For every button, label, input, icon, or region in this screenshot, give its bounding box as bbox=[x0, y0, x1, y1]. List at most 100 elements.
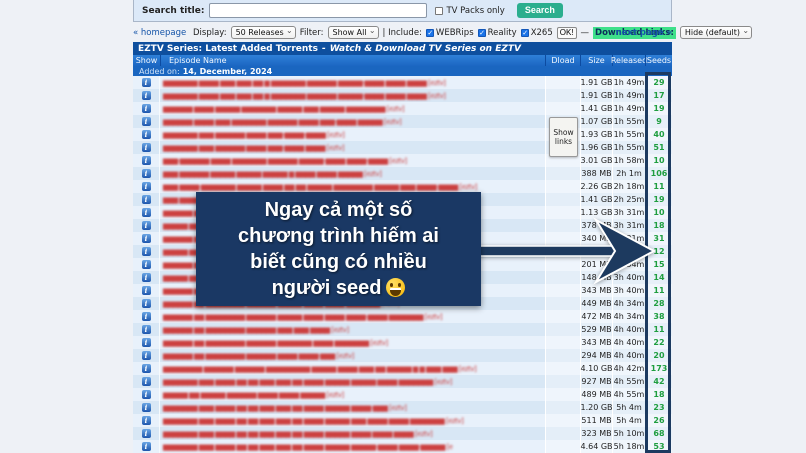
size-cell: 2.26 GB bbox=[580, 180, 613, 193]
info-icon[interactable]: i bbox=[141, 442, 151, 451]
size-cell: 201 MB bbox=[580, 258, 612, 271]
col-show[interactable]: Show bbox=[133, 55, 160, 66]
info-icon[interactable]: i bbox=[141, 130, 151, 139]
info-icon[interactable]: i bbox=[141, 234, 151, 243]
dload-cell bbox=[545, 401, 580, 414]
col-dload[interactable]: Dload bbox=[545, 55, 580, 66]
episode-name-cell[interactable]: ▆▆▆▆▆▆▆ ▆▆▆ ▆▆▆▆ ▆▆ ▆▆ ▆▆▆ ▆▆▆ ▆▆ ▆▆▆▆ ▆… bbox=[160, 401, 545, 414]
torrent-title-redacted[interactable]: ▆▆▆▆▆▆▆ ▆▆▆ ▆▆▆▆▆▆ ▆▆▆▆ ▆▆▆-▆▆▆▆-▆▆▆▆ [e… bbox=[163, 131, 345, 139]
torrent-title-redacted[interactable]: ▆▆▆▆▆▆▆ ▆▆▆ ▆▆▆▆ ▆▆ ▆▆ ▆▆▆ ▆▆▆ ▆▆ ▆▆▆▆ ▆… bbox=[163, 417, 464, 425]
info-icon[interactable]: i bbox=[141, 247, 151, 256]
page-title-main: EZTV Series: Latest Added Torrents bbox=[138, 43, 318, 54]
col-seeds[interactable]: Seeds bbox=[645, 55, 672, 66]
info-icon[interactable]: i bbox=[141, 286, 151, 295]
torrent-title-redacted[interactable]: ▆▆▆▆▆▆ ▆▆ ▆▆▆▆▆▆▆▆ ▆▆▆▆▆▆ ▆▆▆ ▆▆▆ ▆▆▆▆ [… bbox=[163, 326, 349, 334]
x265-checkbox[interactable] bbox=[520, 28, 529, 37]
ok-button[interactable]: OK! bbox=[556, 26, 577, 39]
info-icon[interactable]: i bbox=[141, 143, 151, 152]
info-icon[interactable]: i bbox=[141, 91, 151, 100]
download-links-select[interactable]: Hide (default) bbox=[679, 26, 753, 39]
episode-name-cell[interactable]: ▆▆▆▆▆▆▆ ▆▆▆ ▆▆▆▆ ▆▆ ▆▆ ▆▆▆ ▆▆▆ ▆▆ ▆▆▆▆ ▆… bbox=[160, 375, 545, 388]
info-icon[interactable]: i bbox=[141, 364, 151, 373]
episode-name-cell[interactable]: ▆▆▆▆▆▆ ▆▆▆▆ ▆▆▆ ▆▆▆▆▆▆▆ ▆▆▆▆▆▆ ▆▆▆▆ ▆▆▆-… bbox=[160, 115, 545, 128]
episode-name-cell[interactable]: ▆▆▆▆▆▆▆ ▆▆▆ ▆▆▆▆ ▆▆ ▆▆ ▆▆▆ ▆▆▆ ▆▆ ▆▆▆▆ ▆… bbox=[160, 440, 545, 453]
dload-cell bbox=[545, 206, 580, 219]
size-cell: 1.07 GB bbox=[580, 115, 613, 128]
col-episode-name[interactable]: Episode Name bbox=[160, 55, 545, 66]
torrent-title-redacted[interactable]: ▆▆▆▆▆▆▆ ▆▆▆ ▆▆▆▆▆▆ ▆▆▆▆ ▆▆▆-▆▆▆▆ ▆▆▆▆ [e… bbox=[163, 144, 345, 152]
torrent-title-redacted[interactable]: ▆▆▆▆▆▆ ▆▆ ▆▆▆▆▆▆▆▆ ▆▆▆▆▆▆ ▆▆▆▆▆▆▆ ▆▆▆▆ ▆… bbox=[163, 339, 388, 347]
info-icon[interactable]: i bbox=[141, 351, 151, 360]
info-icon[interactable]: i bbox=[141, 78, 151, 87]
torrent-title-redacted[interactable]: ▆▆▆▆▆▆▆ ▆▆▆▆ ▆▆▆ ▆▆▆ ▆▆ ▆ ▆▆▆▆▆▆▆ ▆▆▆▆▆▆… bbox=[163, 79, 446, 87]
homepage-link[interactable]: « homepage bbox=[133, 28, 186, 38]
info-icon[interactable]: i bbox=[141, 325, 151, 334]
info-icon[interactable]: i bbox=[141, 169, 151, 178]
info-icon[interactable]: i bbox=[141, 429, 151, 438]
next-page-link[interactable]: next page » bbox=[616, 28, 672, 38]
torrent-title-redacted[interactable]: ▆▆▆▆▆▆▆ ▆▆▆ ▆▆▆▆ ▆▆ ▆▆ ▆▆▆ ▆▆▆ ▆▆ ▆▆▆▆ ▆… bbox=[163, 378, 452, 386]
episode-name-cell[interactable]: ▆▆▆▆▆▆▆ ▆▆▆▆ ▆▆▆ ▆▆▆ ▆▆ ▆ ▆▆▆▆▆▆▆ ▆▆▆▆▆▆… bbox=[160, 76, 545, 89]
torrent-title-redacted[interactable]: ▆▆▆-▆▆▆▆▆▆ ▆▆▆▆ ▆▆▆▆▆▆▆ ▆▆▆▆▆▆ ▆▆▆▆▆-▆▆▆… bbox=[163, 157, 407, 165]
torrent-title-redacted[interactable]: ▆▆▆▆▆▆ ▆▆ ▆▆▆▆▆▆▆▆ ▆▆▆▆▆▆ ▆▆▆▆▆ ▆▆▆▆ ▆▆▆… bbox=[163, 313, 443, 321]
torrent-title-redacted[interactable]: ▆▆▆▆▆▆▆ ▆▆▆▆ ▆▆▆ ▆▆▆ ▆▆ ▆ ▆▆▆▆▆▆▆ ▆▆▆▆▆▆… bbox=[163, 92, 446, 100]
episode-name-cell[interactable]: ▆▆▆▆▆▆ ▆▆ ▆▆▆▆▆▆▆▆ ▆▆▆▆▆▆ ▆▆▆▆ ▆▆▆▆-▆▆▆ … bbox=[160, 349, 545, 362]
info-icon[interactable]: i bbox=[141, 195, 151, 204]
torrent-title-redacted[interactable]: ▆▆▆▆▆▆▆ ▆▆▆ ▆▆▆▆ ▆▆ ▆▆ ▆▆▆ ▆▆▆ ▆▆ ▆▆▆▆ ▆… bbox=[163, 404, 407, 412]
reality-checkbox[interactable] bbox=[477, 28, 486, 37]
episode-name-cell[interactable]: ▆▆▆▆▆▆▆ ▆▆▆ ▆▆▆▆▆▆ ▆▆▆▆ ▆▆▆-▆▆▆▆ ▆▆▆▆ [e… bbox=[160, 141, 545, 154]
episode-name-cell[interactable]: ▆▆▆▆▆▆ ▆▆▆▆ ▆▆▆▆▆ ▆▆▆▆▆▆▆ ▆▆▆▆▆ ▆▆▆ ▆▆▆▆… bbox=[160, 102, 545, 115]
show-links-button[interactable]: Show links bbox=[549, 117, 578, 157]
torrent-title-redacted[interactable]: ▆▆▆▆▆▆▆ ▆▆▆ ▆▆▆▆ ▆▆ ▆▆ ▆▆▆ ▆▆▆ ▆▆ ▆▆▆▆ ▆… bbox=[163, 443, 453, 451]
show-cell: i bbox=[133, 232, 160, 245]
search-input[interactable] bbox=[209, 3, 428, 18]
search-button[interactable]: Search bbox=[516, 3, 563, 18]
torrent-title-redacted[interactable]: ▆▆▆ ▆▆▆▆▆▆ ▆▆▆▆▆ ▆▆▆▆▆ ▆▆▆▆▆ ▆ ▆▆▆▆ ▆▆▆▆… bbox=[163, 170, 382, 178]
episode-name-cell[interactable]: ▆▆▆▆▆▆▆ ▆▆▆ ▆▆▆▆▆▆ ▆▆▆▆ ▆▆▆-▆▆▆▆-▆▆▆▆ [e… bbox=[160, 128, 545, 141]
tv-packs-checkbox[interactable] bbox=[435, 6, 444, 15]
torrent-title-redacted[interactable]: ▆▆▆▆▆▆ ▆▆▆▆ ▆▆▆▆▆ ▆▆▆▆▆▆▆ ▆▆▆▆▆ ▆▆▆ ▆▆▆▆… bbox=[163, 105, 405, 113]
info-icon[interactable]: i bbox=[141, 403, 151, 412]
dload-cell bbox=[545, 284, 580, 297]
info-icon[interactable]: i bbox=[141, 156, 151, 165]
webrips-checkbox[interactable] bbox=[425, 28, 434, 37]
col-size[interactable]: Size bbox=[580, 55, 612, 66]
info-icon[interactable]: i bbox=[141, 208, 151, 217]
filter-select[interactable]: Show All bbox=[327, 26, 379, 39]
info-icon[interactable]: i bbox=[141, 117, 151, 126]
info-icon[interactable]: i bbox=[141, 182, 151, 191]
x265-label: X265 bbox=[530, 27, 553, 38]
episode-name-cell[interactable]: ▆▆▆▆▆ ▆▆ ▆▆▆▆▆ ▆▆▆▆▆▆ ▆▆▆▆ ▆▆▆▆ ▆▆▆▆▆ [e… bbox=[160, 388, 545, 401]
episode-name-cell[interactable]: ▆▆▆▆▆▆ ▆▆ ▆▆▆▆▆▆▆▆ ▆▆▆▆▆▆ ▆▆▆▆▆ ▆▆▆▆ ▆▆▆… bbox=[160, 310, 545, 323]
torrent-title-redacted[interactable]: ▆▆▆▆▆▆ ▆▆▆▆ ▆▆▆ ▆▆▆▆▆▆▆ ▆▆▆▆▆▆ ▆▆▆▆ ▆▆▆-… bbox=[163, 118, 402, 126]
torrent-title-redacted[interactable]: ▆▆▆▆▆▆▆▆ ▆▆▆▆▆▆ ▆▆▆▆▆▆ ▆▆▆▆▆▆▆▆▆ ▆▆▆▆▆ ▆… bbox=[163, 365, 477, 373]
page-title: EZTV Series: Latest Added Torrents - Wat… bbox=[133, 42, 672, 55]
episode-name-cell[interactable]: ▆▆▆▆▆▆ ▆▆ ▆▆▆▆▆▆▆▆ ▆▆▆▆▆▆ ▆▆▆ ▆▆▆ ▆▆▆▆ [… bbox=[160, 323, 545, 336]
col-released[interactable]: Released bbox=[611, 55, 647, 66]
episode-name-cell[interactable]: ▆▆▆ ▆▆▆▆▆▆ ▆▆▆▆▆ ▆▆▆▆▆ ▆▆▆▆▆ ▆ ▆▆▆▆ ▆▆▆▆… bbox=[160, 167, 545, 180]
episode-name-cell[interactable]: ▆▆▆▆▆▆▆ ▆▆▆ ▆▆▆▆ ▆▆ ▆▆ ▆▆▆ ▆▆▆ ▆▆ ▆▆▆▆ ▆… bbox=[160, 414, 545, 427]
info-icon[interactable]: i bbox=[141, 221, 151, 230]
info-icon[interactable]: i bbox=[141, 312, 151, 321]
info-icon[interactable]: i bbox=[141, 273, 151, 282]
episode-name-cell[interactable]: ▆▆▆▆▆▆▆▆ ▆▆▆▆▆▆ ▆▆▆▆▆▆ ▆▆▆▆▆▆▆▆▆ ▆▆▆▆▆ ▆… bbox=[160, 362, 545, 375]
info-icon[interactable]: i bbox=[141, 377, 151, 386]
info-icon[interactable]: i bbox=[141, 390, 151, 399]
torrent-title-redacted[interactable]: ▆▆▆▆▆▆ ▆▆ ▆▆▆▆▆▆▆▆ ▆▆▆▆▆▆ ▆▆▆▆ ▆▆▆▆-▆▆▆ … bbox=[163, 352, 354, 360]
torrent-title-redacted[interactable]: ▆▆▆▆▆ ▆▆ ▆▆▆▆▆ ▆▆▆▆▆▆ ▆▆▆▆ ▆▆▆▆ ▆▆▆▆▆ [e… bbox=[163, 391, 344, 399]
info-icon[interactable]: i bbox=[141, 338, 151, 347]
episode-name-cell[interactable]: ▆▆▆▆▆▆▆ ▆▆▆ ▆▆▆▆ ▆▆ ▆▆ ▆▆▆ ▆▆▆ ▆▆ ▆▆▆▆ ▆… bbox=[160, 427, 545, 440]
display-select[interactable]: 50 Releases bbox=[230, 26, 296, 39]
episode-name-cell[interactable]: ▆▆▆▆▆▆▆ ▆▆▆▆ ▆▆▆ ▆▆▆ ▆▆ ▆ ▆▆▆▆▆▆▆ ▆▆▆▆▆▆… bbox=[160, 89, 545, 102]
torrent-title-redacted[interactable]: ▆▆▆▆▆▆▆ ▆▆▆ ▆▆▆▆ ▆▆ ▆▆ ▆▆▆ ▆▆▆ ▆▆ ▆▆▆▆ ▆… bbox=[163, 430, 433, 438]
seeds-cell: 42 bbox=[645, 375, 672, 388]
info-icon[interactable]: i bbox=[141, 299, 151, 308]
episode-name-cell[interactable]: ▆▆▆-▆▆▆▆▆▆ ▆▆▆▆ ▆▆▆▆▆▆▆ ▆▆▆▆▆▆ ▆▆▆▆▆-▆▆▆… bbox=[160, 154, 545, 167]
info-icon[interactable]: i bbox=[141, 260, 151, 269]
episode-name-cell[interactable]: ▆▆▆▆▆▆ ▆▆ ▆▆▆▆▆▆▆▆ ▆▆▆▆▆▆ ▆▆▆▆▆▆▆ ▆▆▆▆ ▆… bbox=[160, 336, 545, 349]
info-icon[interactable]: i bbox=[141, 104, 151, 113]
dload-cell bbox=[545, 258, 580, 271]
dload-cell bbox=[545, 336, 580, 349]
torrent-title-redacted[interactable]: ▆▆▆ ▆▆▆▆-▆▆▆▆▆▆▆ ▆▆▆▆▆ ▆▆▆▆ ▆▆ ▆▆ ▆▆▆▆▆ … bbox=[163, 183, 477, 191]
info-icon[interactable]: i bbox=[141, 416, 151, 425]
